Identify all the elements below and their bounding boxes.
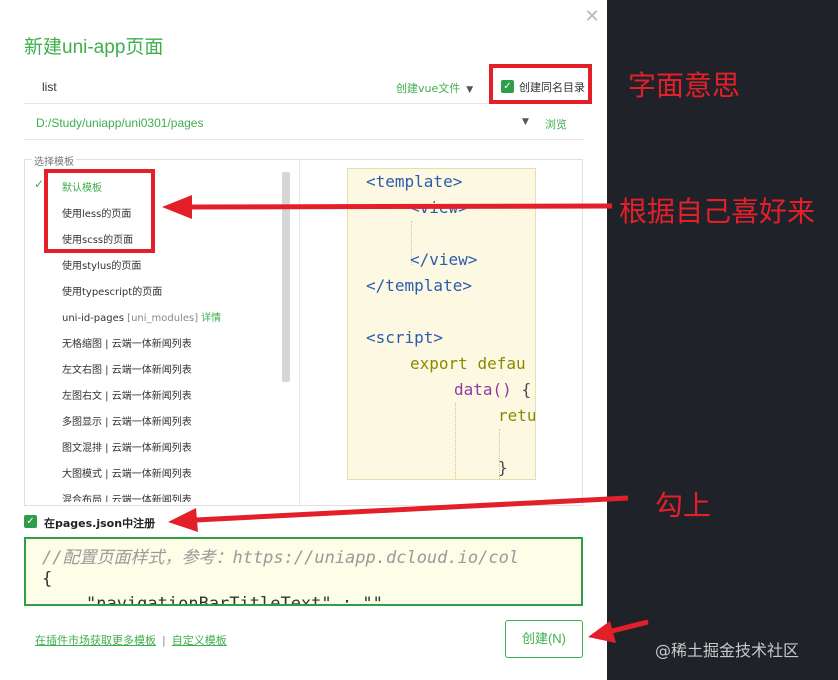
- template-code-preview: <template> <view> </view> </template> <s…: [347, 168, 536, 480]
- watermark: @稀土掘金技术社区: [655, 641, 800, 660]
- annotation-check-it: 勾上: [655, 489, 712, 522]
- create-vue-label: 创建vue文件: [396, 82, 461, 95]
- create-vue-dropdown[interactable]: 创建vue文件 ▼: [396, 80, 473, 96]
- code-line: }: [498, 458, 508, 477]
- json-partial-line: "navigationBarTitleText" : "": [86, 594, 383, 606]
- chevron-down-icon[interactable]: ▼: [522, 117, 529, 127]
- checkmark-icon: ✓: [34, 177, 45, 191]
- json-open-brace: {: [42, 569, 53, 589]
- annotation-highlight-box: [44, 169, 155, 253]
- path-row: D:/Study/uniapp/uni0301/pages ▼ 浏览: [24, 108, 584, 140]
- create-dir-label: 创建同名目录: [519, 81, 585, 94]
- checkbox-checked-icon[interactable]: ✓: [501, 80, 514, 93]
- register-pages-json-label: 在pages.json中注册: [44, 517, 156, 530]
- annotation-literal-meaning: 字面意思: [628, 69, 741, 102]
- custom-template-link[interactable]: 自定义模板: [172, 634, 227, 647]
- code-line: data() {: [454, 380, 532, 399]
- page-path-field[interactable]: D:/Study/uniapp/uni0301/pages: [36, 116, 203, 130]
- json-comment-line: //配置页面样式，参考：https://uniapp.dcloud.io/col: [42, 548, 520, 568]
- code-line: retu: [498, 406, 536, 425]
- create-button[interactable]: 创建(N): [505, 620, 583, 658]
- indent-guide: [455, 403, 456, 479]
- dialog-title: 新建uni-app页面: [24, 37, 164, 58]
- code-line: export defau: [410, 354, 526, 373]
- close-icon[interactable]: ✕: [583, 8, 601, 26]
- template-legend: 选择模板: [32, 153, 76, 168]
- panel-divider: [299, 160, 300, 505]
- page-name-input[interactable]: [42, 78, 382, 96]
- code-line: </template>: [366, 276, 472, 295]
- checkbox-checked-icon[interactable]: ✓: [24, 515, 37, 528]
- code-line: <template>: [366, 172, 463, 191]
- details-link[interactable]: 详情: [201, 313, 221, 324]
- create-dir-checkbox-group[interactable]: ✓ 创建同名目录: [489, 64, 592, 104]
- plugin-market-link[interactable]: 在插件市场获取更多模板: [35, 634, 156, 647]
- chevron-down-icon: ▼: [466, 85, 474, 95]
- browse-button[interactable]: 浏览: [545, 116, 567, 132]
- code-line: <script>: [366, 328, 444, 347]
- new-page-dialog: ✕ 新建uni-app页面 创建vue文件 ▼ ✓ 创建同名目录 D:/Study…: [0, 0, 607, 680]
- code-line: <view>: [410, 198, 468, 217]
- pages-json-editor[interactable]: //配置页面样式，参考：https://uniapp.dcloud.io/col…: [24, 537, 583, 606]
- code-line: </view>: [410, 250, 478, 269]
- bottom-links: 在插件市场获取更多模板 | 自定义模板: [35, 634, 227, 647]
- template-list-scrollbar[interactable]: [282, 172, 290, 382]
- annotation-preference: 根据自己喜好来: [619, 195, 816, 228]
